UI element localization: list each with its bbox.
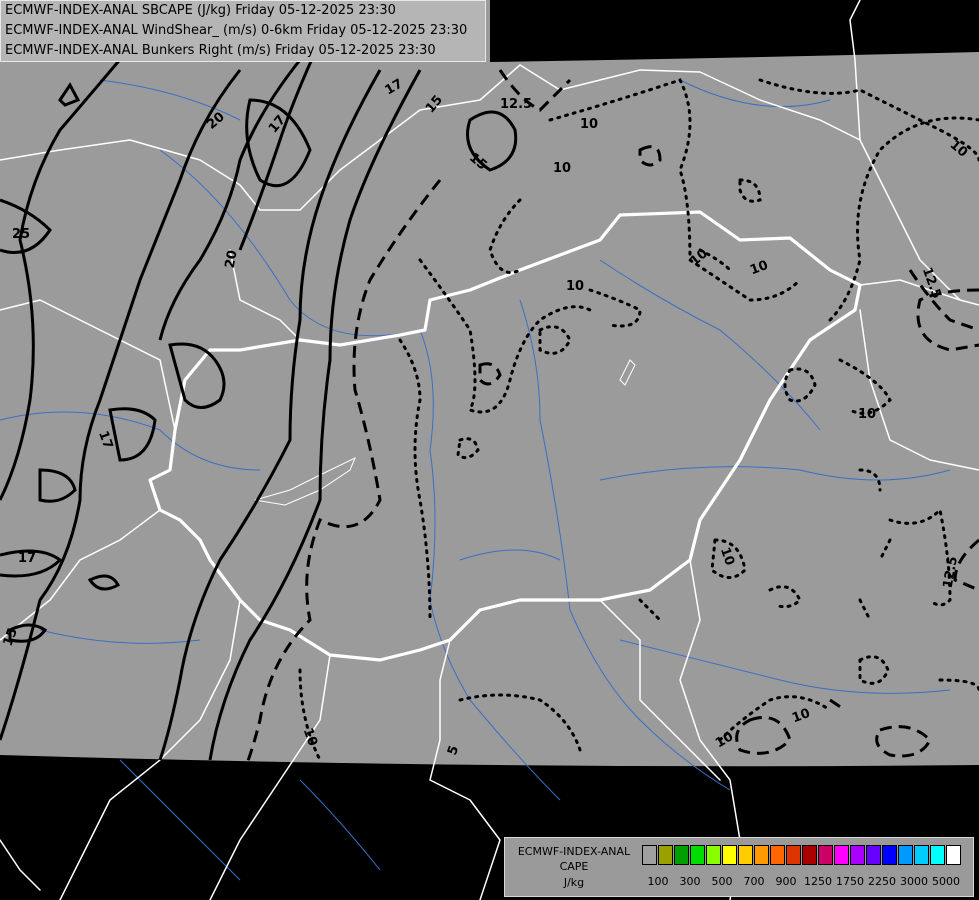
legend-tick-label: 3000 <box>900 875 928 888</box>
legend-swatch <box>706 845 721 865</box>
contour-label: 10 <box>553 161 571 176</box>
legend-swatch <box>738 845 753 865</box>
legend-swatches <box>642 845 962 865</box>
legend-tick-label: 2250 <box>868 875 896 888</box>
legend-swatch <box>770 845 785 865</box>
legend-tick-label: 500 <box>711 875 733 888</box>
legend-tick-label: 900 <box>775 875 797 888</box>
title-line-bunkers: ECMWF-INDEX-ANAL Bunkers Right (m/s) Fri… <box>5 43 436 58</box>
legend-title-line: J/kg <box>563 876 585 889</box>
legend-ticks: 100 300 500 700 900 1250 1750 2250 3000 5000 <box>639 875 969 889</box>
contour-label: 10 <box>858 407 876 422</box>
legend-swatch <box>850 845 865 865</box>
legend-swatch <box>754 845 769 865</box>
legend-swatch <box>674 845 689 865</box>
legend-swatch <box>930 845 945 865</box>
legend-tick-label: 5000 <box>932 875 960 888</box>
legend-tick-label: 300 <box>679 875 701 888</box>
legend-swatch <box>802 845 817 865</box>
contour-label: 25 <box>12 227 30 242</box>
map-canvas: 20 17 17 15 12.5 15 10 10 10 10 10 10 25… <box>0 0 979 900</box>
legend-swatch <box>818 845 833 865</box>
contour-label: 10 <box>580 117 598 132</box>
legend-tick-label: 1750 <box>836 875 864 888</box>
legend-swatch <box>658 845 673 865</box>
legend-swatch <box>914 845 929 865</box>
legend-swatch <box>642 845 657 865</box>
contour-label: 20 <box>223 249 241 269</box>
title-line-sbcape: ECMWF-INDEX-ANAL SBCAPE (J/kg) Friday 05… <box>5 3 396 18</box>
legend-tick-label: 100 <box>647 875 669 888</box>
legend-swatch <box>786 845 801 865</box>
title-line-windshear: ECMWF-INDEX-ANAL WindShear_ (m/s) 0-6km … <box>5 23 468 38</box>
legend-swatch <box>834 845 849 865</box>
legend-swatch <box>898 845 913 865</box>
contour-label: 10 <box>566 279 584 294</box>
legend-tick-label: 700 <box>743 875 765 888</box>
cape-legend: ECMWF-INDEX-ANAL CAPE J/kg 100 300 500 700 9… <box>504 837 974 897</box>
legend-title-line: ECMWF-INDEX-ANAL <box>517 845 631 858</box>
legend-swatch <box>882 845 897 865</box>
legend-swatch <box>722 845 737 865</box>
legend-title-line: CAPE <box>559 860 589 873</box>
legend-swatch <box>866 845 881 865</box>
legend-swatch <box>946 845 961 865</box>
contour-label: 17 <box>18 551 36 566</box>
outside-domain-top <box>490 0 979 62</box>
contour-label: 12.5 <box>500 97 532 112</box>
title-box: ECMWF-INDEX-ANAL SBCAPE (J/kg) Friday 05… <box>0 0 486 62</box>
legend-tick-label: 1250 <box>804 875 832 888</box>
legend-swatch <box>690 845 705 865</box>
